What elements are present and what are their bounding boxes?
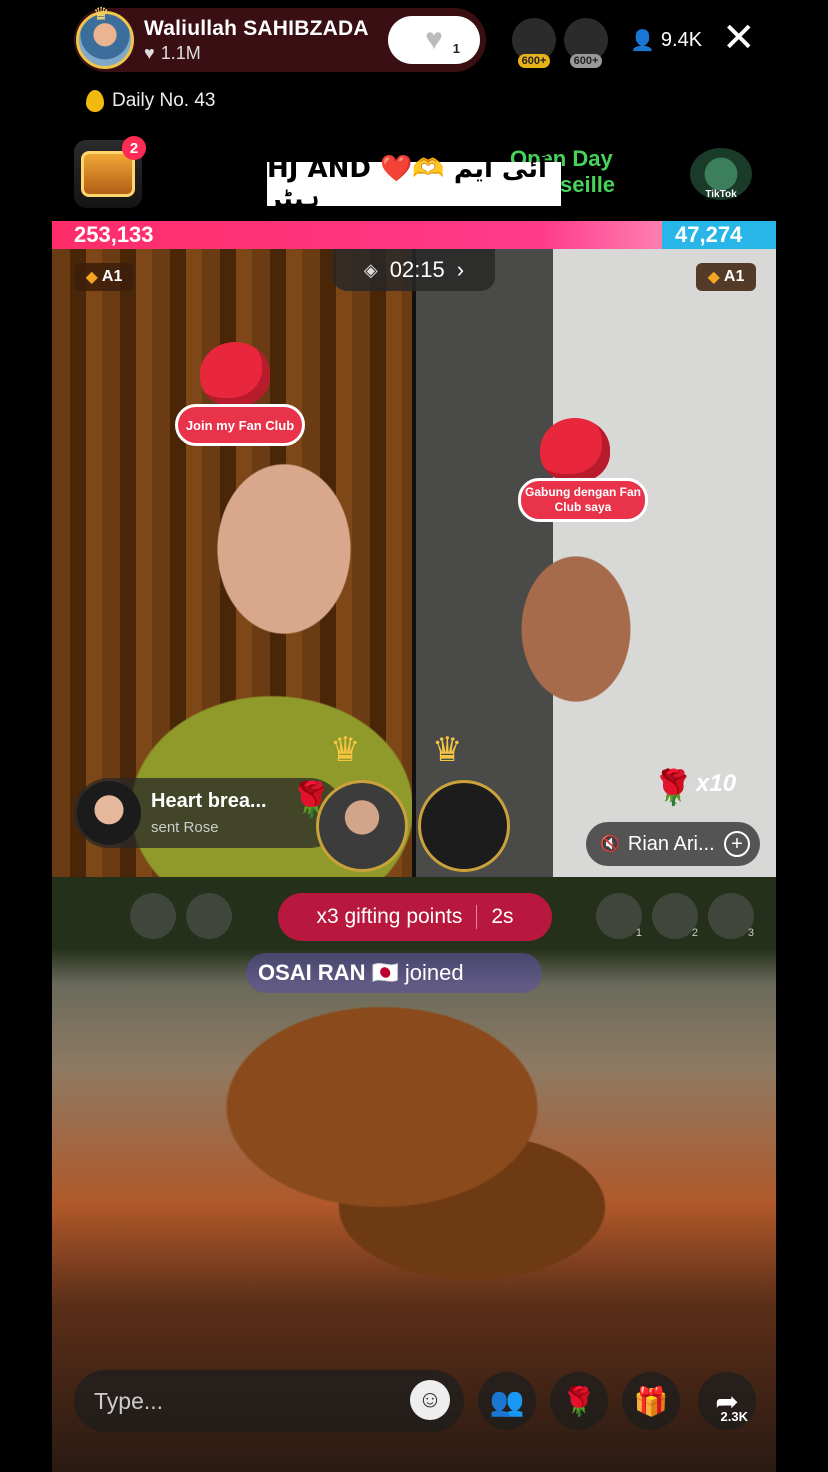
daily-ranking[interactable]: Daily No. 43: [86, 90, 216, 112]
battle-timer-text: 02:15: [389, 257, 445, 282]
heart-icon: ♥: [425, 23, 443, 56]
host-name: Waliullah SAHIBZADA: [144, 16, 369, 40]
tier-label: A1: [101, 268, 123, 285]
rose-gift-button[interactable]: 🌹: [550, 1372, 608, 1430]
gift-sender-name: Heart brea...: [151, 790, 267, 812]
fan-club-button-left[interactable]: Join my Fan Club: [175, 404, 305, 446]
diamond-icon: ◆: [707, 269, 720, 286]
rank-number: 3: [747, 927, 754, 939]
rank-number: 1: [635, 927, 642, 939]
diamond-icon: ◈: [363, 259, 378, 280]
heart-icon: ♥: [144, 42, 155, 63]
close-button[interactable]: ✕: [722, 18, 756, 58]
battle-timer[interactable]: ◈ 02:15 ›: [333, 249, 495, 291]
gifting-points-time: 2s: [491, 905, 514, 928]
people-icon: 👥: [489, 1385, 525, 1417]
tier-badge-left[interactable]: ◆ A1: [74, 263, 134, 291]
viewer-count[interactable]: 👤 9.4K: [630, 28, 702, 53]
tiktok-label: TikTok: [705, 189, 737, 200]
divider: [476, 905, 478, 929]
fan-club-button-right[interactable]: Gabung dengan Fan Club saya: [518, 478, 648, 522]
diamond-icon: ◆: [85, 269, 98, 286]
treasure-chest-button[interactable]: 2: [74, 136, 146, 208]
crown-icon: ♛: [432, 731, 463, 769]
ranked-viewer-avatar[interactable]: 2: [652, 893, 698, 939]
crown-icon: ♛: [330, 731, 361, 769]
right-score: 47,274: [675, 222, 743, 247]
person-icon: 👤: [630, 30, 655, 52]
gift-action-text: sent Rose: [151, 819, 219, 836]
ranked-viewer-avatar[interactable]: [130, 893, 176, 939]
opponent-name-pill[interactable]: 🔇 Rian Ari... +: [586, 822, 760, 866]
left-score: 253,133: [74, 222, 154, 247]
rose-icon: 🌹: [652, 769, 695, 807]
tier-label: A1: [723, 268, 745, 285]
panel-divider: [412, 249, 416, 877]
gifting-points-label: x3 gifting points: [316, 905, 463, 928]
top-viewer-avatar[interactable]: 600+: [564, 18, 608, 68]
follow-plus-icon[interactable]: +: [724, 831, 750, 857]
comment-placeholder: Type...: [94, 1387, 164, 1414]
caption-overlay: HJ AND ❤️🫶 آئی ایم ہیٹر: [267, 154, 561, 214]
share-button[interactable]: ➦ 2.3K: [698, 1372, 756, 1430]
rank-number: 2: [691, 927, 698, 939]
tier-badge-right[interactable]: ◆ A1: [696, 263, 756, 291]
viewer-count-text: 9.4K: [660, 29, 703, 51]
sender-avatar: [77, 781, 141, 845]
gift-button[interactable]: 🎁: [622, 1372, 680, 1430]
follow-button[interactable]: ♥ 1: [388, 16, 480, 64]
gifting-points-banner[interactable]: x3 gifting points 2s: [278, 893, 552, 941]
comment-input[interactable]: Type...: [74, 1370, 464, 1432]
host-likes-count: 1.1M: [160, 42, 201, 63]
ranked-viewer-avatar[interactable]: 3: [708, 893, 754, 939]
joined-username-partial: RAN: [317, 960, 366, 985]
multi-guest-button[interactable]: 👥: [478, 1372, 536, 1430]
country-flag-icon: 🇯🇵: [371, 960, 399, 985]
viewer-score-badge: 600+: [517, 54, 551, 68]
follow-count: 1: [452, 41, 460, 56]
viewer-score-badge: 600+: [569, 54, 603, 68]
rose-icon: 🌹: [561, 1385, 597, 1417]
battle-score-bar: [52, 221, 776, 249]
chest-badge: 2: [122, 136, 146, 160]
top-gifter-avatar-left[interactable]: [316, 780, 408, 872]
gift-multiplier: x10: [696, 770, 737, 797]
join-notification: OSAI RAN 🇯🇵 joined: [246, 953, 542, 993]
daily-ranking-text: Daily No. 43: [112, 90, 216, 111]
smile-icon: ☺: [417, 1386, 443, 1413]
share-count: 2.3K: [720, 1409, 748, 1424]
crown-icon: ♛: [93, 4, 110, 24]
tiktok-event-badge[interactable]: TikTok: [690, 148, 752, 200]
chevron-right-icon: ›: [456, 257, 465, 282]
close-icon: ✕: [722, 16, 756, 60]
joined-action: joined: [404, 960, 464, 985]
top-gifter-avatar-right[interactable]: [418, 780, 510, 872]
flame-icon: [86, 90, 104, 112]
muted-speaker-icon: 🔇: [600, 836, 620, 853]
top-viewer-avatar[interactable]: 600+: [512, 18, 556, 68]
joined-username: OSAI: [258, 960, 312, 985]
emoji-button[interactable]: ☺: [410, 1380, 450, 1420]
fan-club-heart-icon: [540, 418, 610, 482]
fan-club-heart-icon: [200, 342, 270, 406]
ranked-viewer-avatar[interactable]: [186, 893, 232, 939]
host-avatar[interactable]: ♛: [76, 4, 134, 69]
gift-icon: 🎁: [633, 1385, 669, 1417]
opponent-name: Rian Ari...: [627, 832, 715, 855]
ranked-viewer-avatar[interactable]: 1: [596, 893, 642, 939]
